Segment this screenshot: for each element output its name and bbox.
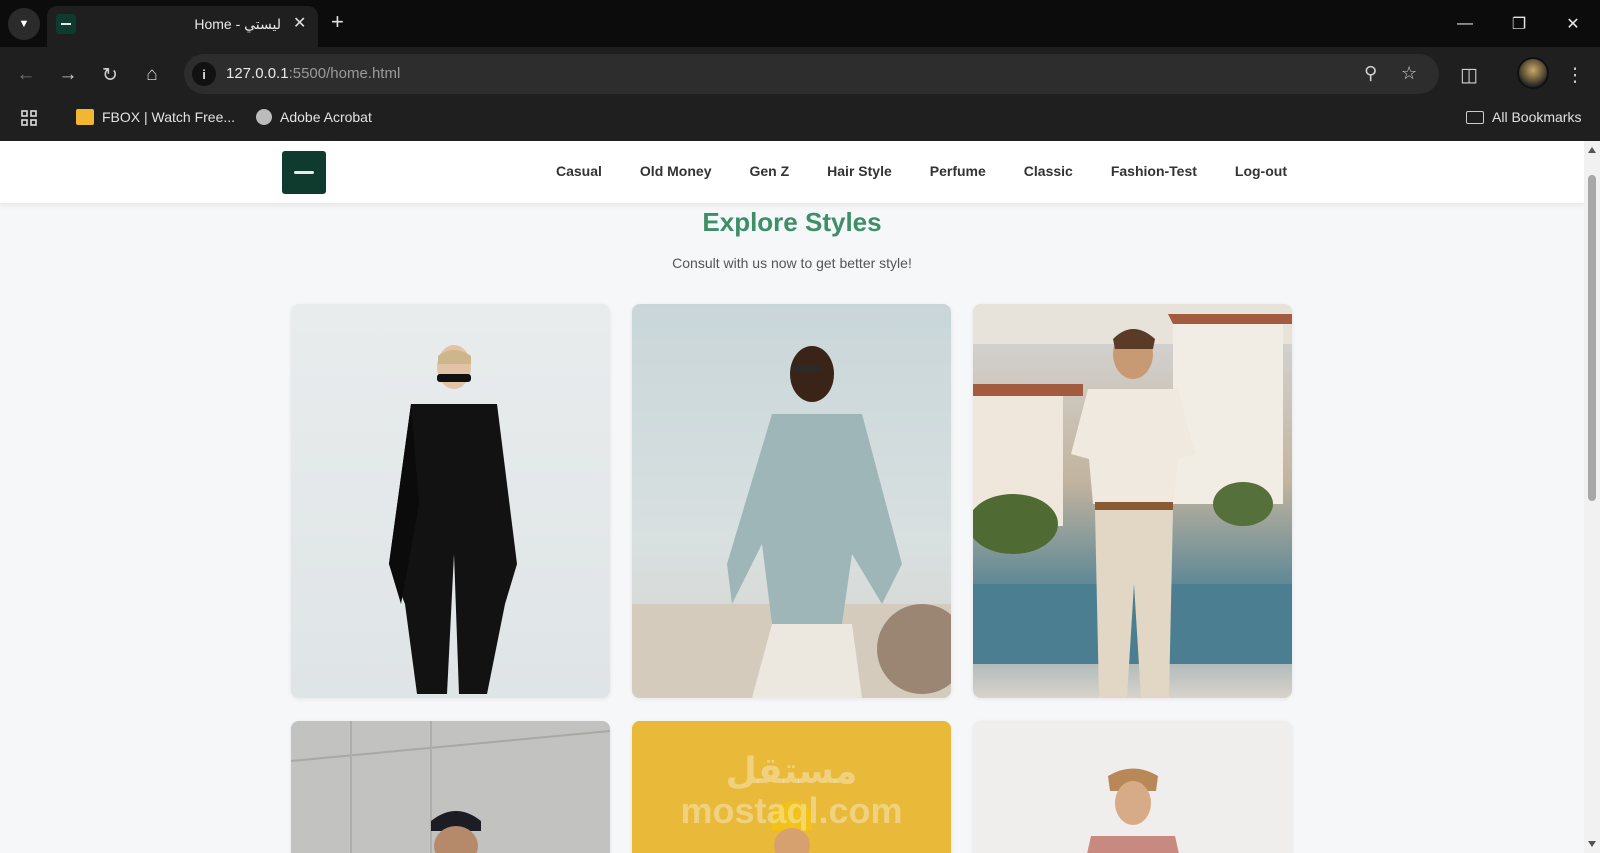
url-text[interactable]: 127.0.0.1:5500/home.html <box>226 65 400 82</box>
site-info-icon[interactable]: i <box>192 62 216 86</box>
close-window-icon[interactable]: ✕ <box>1546 0 1600 47</box>
tab-title: Home - ليستي <box>194 16 281 32</box>
nav-hair-style[interactable]: Hair Style <box>827 163 892 179</box>
tab-close-icon[interactable]: ✕ <box>293 13 306 33</box>
profile-avatar[interactable] <box>1517 57 1549 89</box>
nav-log-out[interactable]: Log-out <box>1235 163 1287 179</box>
scroll-thumb[interactable] <box>1588 175 1596 501</box>
clapperboard-icon <box>76 109 94 125</box>
style-card-linen-shirt[interactable] <box>632 304 951 698</box>
bookmark-fbox[interactable]: FBOX | Watch Free... <box>76 109 235 125</box>
restore-icon[interactable]: ❐ <box>1492 0 1546 47</box>
nav-links: Casual Old Money Gen Z Hair Style Perfum… <box>556 163 1287 179</box>
nav-perfume[interactable]: Perfume <box>930 163 986 179</box>
model-image-polo <box>973 304 1292 698</box>
back-arrow-icon[interactable]: ← <box>12 61 40 89</box>
bookmark-star-icon[interactable]: ☆ <box>1401 63 1417 84</box>
style-card-yellow[interactable]: مستقل mostaql.com <box>632 721 951 853</box>
menu-dots-icon[interactable]: ⋮ <box>1561 61 1589 89</box>
hero-title: Explore Styles <box>702 207 882 237</box>
tab-home[interactable]: Home - ليستي ✕ <box>47 6 318 47</box>
style-card-polo[interactable] <box>973 304 1292 698</box>
scroll-up-arrow-icon[interactable] <box>1588 147 1596 153</box>
nav-old-money[interactable]: Old Money <box>640 163 712 179</box>
tab-search-button[interactable]: ▼ <box>8 8 40 40</box>
nav-classic[interactable]: Classic <box>1024 163 1073 179</box>
bookmarks-bar: FBOX | Watch Free... Adobe Acrobat All B… <box>0 101 1600 137</box>
address-bar[interactable]: i 127.0.0.1:5500/home.html ⚲ ☆ <box>184 54 1439 94</box>
all-bookmarks-button[interactable]: All Bookmarks <box>1466 109 1581 125</box>
zoom-icon[interactable]: ⚲ <box>1364 63 1377 84</box>
home-icon[interactable]: ⌂ <box>138 61 166 89</box>
minimize-icon[interactable]: — <box>1438 0 1492 47</box>
browser-chrome: ▼ Home - ليستي ✕ + — ❐ ✕ ← → ↻ ⌂ i 127.0… <box>0 0 1600 141</box>
model-image-linen-shirt <box>632 346 951 698</box>
extensions-puzzle-icon[interactable]: ◫ <box>1455 61 1483 89</box>
style-card-cap[interactable] <box>291 721 610 853</box>
page-content: Casual Old Money Gen Z Hair Style Perfum… <box>0 141 1584 853</box>
model-image-cap <box>291 721 610 853</box>
site-logo[interactable] <box>282 151 326 194</box>
bookmark-adobe-acrobat[interactable]: Adobe Acrobat <box>256 109 372 125</box>
new-tab-plus-icon[interactable]: + <box>331 10 344 34</box>
browser-toolbar: ← → ↻ ⌂ i 127.0.0.1:5500/home.html ⚲ ☆ ◫… <box>0 51 1600 97</box>
folder-icon <box>1466 110 1484 124</box>
model-image-checked-shirt <box>973 721 1292 853</box>
hero-subtitle: Consult with us now to get better style! <box>672 255 912 271</box>
page-scrollbar[interactable] <box>1584 141 1600 853</box>
reload-icon[interactable]: ↻ <box>96 61 124 89</box>
site-navbar: Casual Old Money Gen Z Hair Style Perfum… <box>0 141 1584 203</box>
style-card-black-suit[interactable] <box>291 304 610 698</box>
style-card-checked-shirt[interactable] <box>973 721 1292 853</box>
nav-gen-z[interactable]: Gen Z <box>749 163 789 179</box>
nav-fashion-test[interactable]: Fashion-Test <box>1111 163 1197 179</box>
scroll-down-arrow-icon[interactable] <box>1588 841 1596 847</box>
model-image-black-suit <box>389 345 517 694</box>
nav-casual[interactable]: Casual <box>556 163 602 179</box>
forward-arrow-icon[interactable]: → <box>54 61 82 89</box>
tab-strip: ▼ Home - ليستي ✕ + — ❐ ✕ <box>0 0 1600 47</box>
apps-grid-icon[interactable] <box>20 109 38 127</box>
watermark-text: مستقل mostaql.com <box>680 750 903 831</box>
globe-icon <box>256 109 272 125</box>
